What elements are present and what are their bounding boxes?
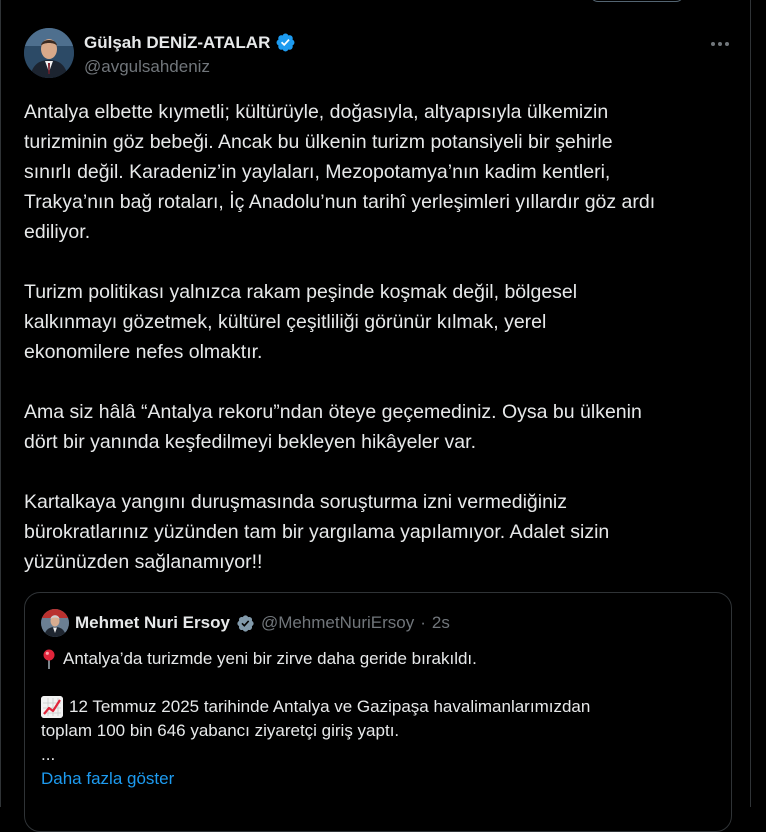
tweet-paragraph: Ama siz hâlâ “Antalya rekoru”ndan öteye …: [24, 401, 642, 453]
round-pushpin-icon: [43, 649, 55, 669]
more-dot: [725, 42, 729, 46]
timeline-border-right: [750, 0, 751, 807]
more-dot: [711, 42, 715, 46]
tweet-header: Gülşah DENİZ-ATALAR @avgulsahdeniz: [24, 28, 734, 82]
tweet-text: Antalya elbette kıymetli; kültürüyle, do…: [24, 97, 736, 577]
quoted-line-text: Antalya’da turizmde yeni bir zirve daha …: [63, 649, 477, 668]
quoted-tweet-header: Mehmet Nuri Ersoy @MehmetNuriErsoy · 2s: [41, 609, 450, 637]
top-pill-button[interactable]: [590, 0, 684, 2]
timeline-border-left: [0, 0, 1, 807]
author-name-row: Gülşah DENİZ-ATALAR: [84, 32, 296, 53]
quoted-separator: ·: [420, 613, 426, 632]
author-avatar[interactable]: [24, 28, 74, 78]
quoted-author-handle[interactable]: @MehmetNuriErsoy: [261, 613, 414, 633]
quoted-tweet-card[interactable]: Mehmet Nuri Ersoy @MehmetNuriErsoy · 2s …: [24, 592, 732, 832]
tweet-paragraph: Turizm politikası yalnızca rakam peşinde…: [24, 281, 578, 363]
quoted-tweet-body: Antalya’da turizmde yeni bir zirve daha …: [41, 647, 711, 767]
quoted-avatar-image: [41, 609, 69, 637]
show-more-link[interactable]: Daha fazla göster: [41, 769, 174, 789]
quoted-line-text: toplam 100 bin 646 yabancı ziyaretçi gir…: [41, 721, 400, 740]
tweet-paragraph: Kartalkaya yangını duruşmasında soruştur…: [24, 491, 610, 573]
quoted-line: Antalya’da turizmde yeni bir zirve daha …: [41, 647, 711, 671]
verified-badge-icon[interactable]: [236, 614, 255, 633]
author-avatar-image: [24, 28, 74, 78]
more-dot: [718, 42, 722, 46]
quoted-line: ...: [41, 743, 711, 767]
quoted-line-text: 12 Temmuz 2025 tarihinde Antalya ve Gazi…: [69, 697, 591, 716]
quoted-line: toplam 100 bin 646 yabancı ziyaretçi gir…: [41, 719, 711, 743]
quoted-author-name[interactable]: Mehmet Nuri Ersoy: [75, 613, 230, 633]
author-name[interactable]: Gülşah DENİZ-ATALAR: [84, 33, 270, 53]
quoted-line: 12 Temmuz 2025 tarihinde Antalya ve Gazi…: [41, 695, 711, 719]
tweet-paragraph: Antalya elbette kıymetli; kültürüyle, do…: [24, 101, 656, 243]
more-icon[interactable]: [706, 34, 734, 54]
quoted-author-avatar[interactable]: [41, 609, 69, 637]
quoted-ellipsis: ...: [41, 745, 56, 764]
verified-badge-icon[interactable]: [275, 32, 296, 53]
author-handle[interactable]: @avgulsahdeniz: [84, 57, 210, 77]
quoted-timestamp[interactable]: 2s: [432, 613, 450, 633]
quoted-spacer: [41, 671, 711, 695]
chart-increasing-icon: [41, 696, 63, 718]
